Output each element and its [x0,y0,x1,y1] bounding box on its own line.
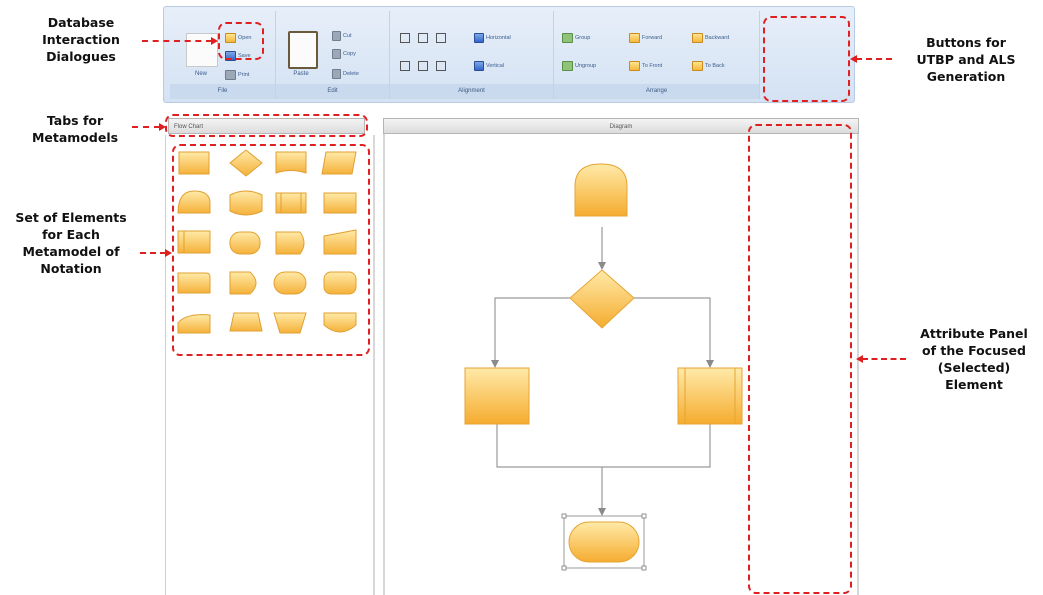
arrange-group: Group Ungroup Forward Backward To Front … [554,11,760,99]
to-front-button[interactable]: To Front [629,61,662,71]
align-left-icon[interactable] [400,33,410,43]
alignment-group-title: Alignment [390,84,553,99]
alignment-group: Horizontal Vertical Alignment [390,11,554,99]
tabs-arrow [132,123,166,131]
buttons-arrow [850,55,892,63]
copy-button[interactable]: Copy [332,49,356,59]
process-node-right[interactable] [677,367,743,425]
metamodel-tabs-highlight [165,114,368,137]
attributes-arrow [856,355,906,363]
buttons-annotation: Buttons for UTBP and ALS Generation [916,35,1016,84]
database-dialogues-highlight [218,22,264,60]
printer-icon [225,70,236,80]
edit-group-title: Edit [276,84,389,99]
forward-button[interactable]: Forward [629,33,662,43]
bring-to-front-icon [629,61,640,71]
new-button[interactable]: New [186,71,216,77]
bring-forward-icon [629,33,640,43]
align-right-icon[interactable] [436,33,446,43]
group-button[interactable]: Group [562,33,590,43]
elements-arrow [140,249,172,257]
to-back-button[interactable]: To Back [692,61,725,71]
print-button[interactable]: Print [225,70,249,80]
cut-button[interactable]: Cut [332,31,352,41]
elements-set-highlight [172,144,370,356]
ungroup-icon [562,61,573,71]
elements-annotation: Set of Elements for Each Metamodel of No… [15,210,127,276]
edit-group: Paste Cut Copy Delete Edit [276,11,390,99]
ribbon-toolbar: New Open Save Print File Paste Cut Copy … [163,6,855,103]
generation-buttons-highlight [763,16,850,102]
end-terminator-node[interactable] [568,521,640,563]
clipboard-icon[interactable] [288,31,318,69]
start-shape[interactable] [574,163,628,217]
paste-button[interactable]: Paste [286,71,316,77]
database-arrow [142,37,218,45]
horizontal-distribute-icon [474,33,484,43]
align-center-icon[interactable] [418,33,428,43]
send-backward-icon [692,33,703,43]
backward-button[interactable]: Backward [692,33,729,43]
attribute-panel-highlight[interactable] [748,124,852,594]
delete-icon [332,69,341,79]
arrange-group-title: Arrange [554,84,759,99]
align-middle-icon[interactable] [418,61,428,71]
copy-icon [332,49,341,59]
attributes-annotation: Attribute Panel of the Focused (Selected… [920,326,1028,392]
database-annotation: Database Interaction Dialogues [42,15,120,64]
group-icon [562,33,573,43]
tabs-annotation: Tabs for Metamodels [31,113,119,145]
vertical-button[interactable]: Vertical [474,61,504,71]
align-top-icon[interactable] [400,61,410,71]
vertical-distribute-icon [474,61,484,71]
decision-node[interactable] [569,269,635,329]
send-to-back-icon [692,61,703,71]
ungroup-button[interactable]: Ungroup [562,61,596,71]
delete-button[interactable]: Delete [332,69,359,79]
scissors-icon [332,31,341,41]
horizontal-button[interactable]: Horizontal [474,33,511,43]
process-node-left[interactable] [464,367,530,425]
align-bottom-icon[interactable] [436,61,446,71]
file-group-title: File [170,84,275,99]
